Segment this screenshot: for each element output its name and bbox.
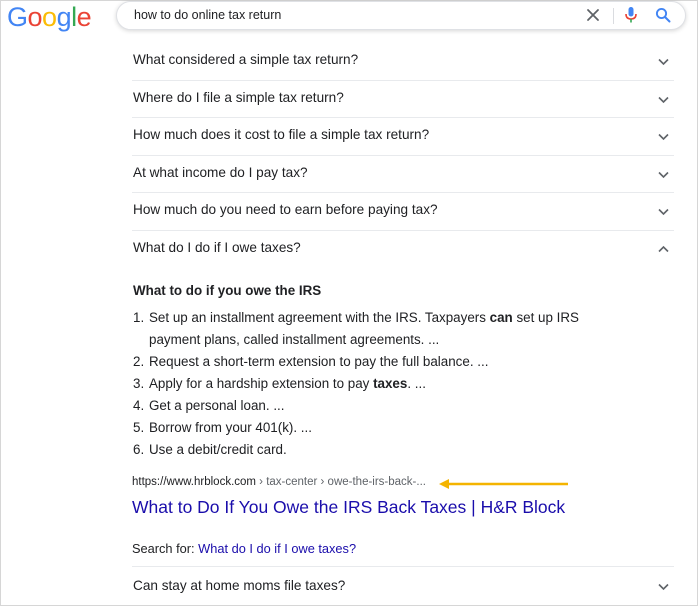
item-number: 3. — [133, 376, 145, 391]
result-breadcrumb: › tax-center › owe-the-irs-back-... — [255, 476, 426, 488]
list-item: 3. Apply for a hardship extension to pay… — [133, 373, 633, 395]
chevron-down-icon — [658, 583, 669, 591]
item-text: Borrow from your 401(k). ... — [149, 420, 312, 435]
list-item: 2. Request a short-term extension to pay… — [133, 351, 633, 373]
result-title-link[interactable]: What to Do If You Owe the IRS Back Taxes… — [132, 497, 565, 518]
search-for-label: Search for: — [132, 541, 199, 556]
search-input[interactable]: how to do online tax return — [134, 8, 281, 22]
item-bold-text: taxes — [373, 376, 408, 391]
item-number: 2. — [133, 354, 145, 369]
google-logo[interactable]: Google — [7, 2, 92, 33]
chevron-down-icon — [658, 58, 669, 66]
search-icon[interactable] — [655, 7, 671, 23]
item-number: 1. — [133, 310, 145, 325]
question-text: How much does it cost to file a simple t… — [133, 127, 430, 142]
question-row[interactable]: At what income do I pay tax? — [132, 156, 674, 193]
answer-heading: What to do if you owe the IRS — [133, 283, 322, 298]
item-number: 4. — [133, 398, 145, 413]
chevron-down-icon — [658, 96, 669, 103]
question-text: Can stay at home moms file taxes? — [133, 578, 346, 593]
chevron-down-icon — [658, 208, 669, 216]
question-row[interactable]: What considered a simple tax return? — [132, 43, 674, 81]
logo-letter: e — [76, 2, 92, 32]
chevron-up-icon — [658, 245, 669, 252]
item-text: Request a short-term extension to pay th… — [149, 354, 489, 369]
item-number: 5. — [133, 420, 145, 435]
question-row[interactable]: How much do you need to earn before payi… — [132, 193, 674, 231]
question-row[interactable]: How much does it cost to file a simple t… — [132, 118, 674, 156]
search-box[interactable]: how to do online tax return — [116, 1, 686, 30]
logo-letter: g — [56, 2, 72, 32]
search-for: Search for: What do I do if I owe taxes? — [132, 541, 356, 556]
question-text: How much do you need to earn before payi… — [133, 202, 438, 217]
annotation-arrow — [439, 479, 568, 489]
search-divider — [613, 8, 614, 24]
result-domain: https://www.hrblock.com — [132, 476, 256, 488]
chevron-down-icon — [658, 133, 669, 141]
result-url[interactable]: https://www.hrblock.com › tax-center › o… — [132, 476, 426, 488]
logo-letter: o — [27, 2, 43, 32]
question-text: What do I do if I owe taxes? — [133, 239, 301, 255]
logo-letter: G — [7, 2, 28, 32]
item-bold-text: can — [489, 310, 513, 325]
item-text: Get a personal loan. ... — [149, 398, 285, 413]
item-number: 6. — [133, 442, 145, 457]
answer-list: 1. Set up an installment agreement with … — [133, 307, 633, 461]
item-text: . ... — [407, 376, 426, 391]
question-text: At what income do I pay tax? — [133, 164, 308, 180]
search-for-link[interactable]: What do I do if I owe taxes? — [198, 541, 356, 556]
item-text: Use a debit/credit card. — [149, 442, 287, 457]
list-item: 6. Use a debit/credit card. — [133, 439, 633, 461]
logo-letter: o — [42, 2, 57, 32]
item-text: Apply for a hardship extension to pay — [149, 376, 374, 391]
list-item: 4. Get a personal loan. ... — [133, 395, 633, 417]
microphone-icon[interactable] — [623, 6, 639, 24]
close-icon[interactable] — [584, 6, 602, 24]
question-row[interactable]: Where do I file a simple tax return? — [132, 81, 674, 118]
item-text: Set up an installment agreement with the… — [149, 310, 490, 325]
question-text: What considered a simple tax return? — [133, 52, 359, 67]
chevron-down-icon — [658, 171, 669, 178]
question-row[interactable]: Can stay at home moms file taxes? — [132, 567, 674, 605]
list-item: 1. Set up an installment agreement with … — [133, 307, 633, 351]
question-row-expanded[interactable]: What do I do if I owe taxes? — [132, 231, 674, 269]
question-text: Where do I file a simple tax return? — [133, 89, 344, 105]
list-item: 5. Borrow from your 401(k). ... — [133, 417, 633, 439]
people-also-ask: What considered a simple tax return? Whe… — [132, 43, 674, 268]
